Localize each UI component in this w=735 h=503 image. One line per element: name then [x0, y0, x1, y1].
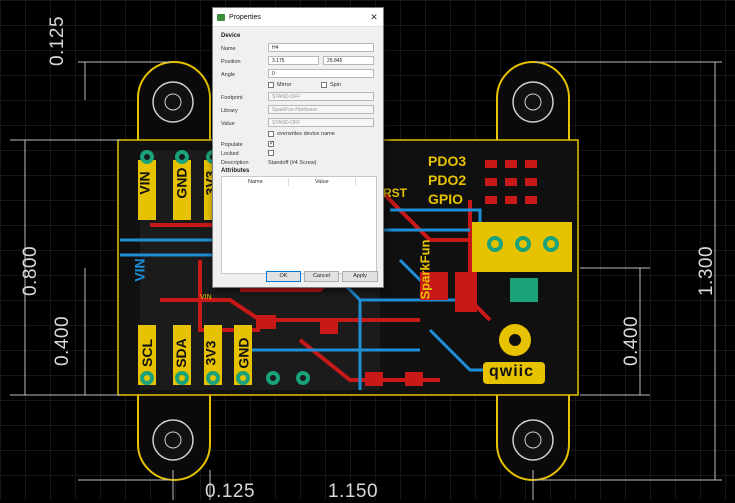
angle-field[interactable]: 0	[268, 69, 374, 78]
locked-checkbox[interactable]	[268, 150, 274, 156]
silk-sda: SDA	[172, 338, 189, 368]
dim-top-left: 0.125	[47, 15, 69, 67]
sparkfun-gear-logo	[499, 324, 531, 356]
properties-dialog[interactable]: Properties ✕ Device Name H4 Position 3.1…	[212, 7, 384, 288]
silk-3v3-bottom: 3V3	[202, 340, 219, 366]
locked-label: Locked	[221, 151, 239, 157]
device-section-heading: Device	[221, 33, 241, 39]
silk-pdo3: PDO3	[428, 153, 467, 169]
attributes-section-heading: Attributes	[221, 168, 250, 174]
spin-label: Spin	[330, 82, 342, 88]
populate-checkbox[interactable]: ✓	[268, 141, 274, 147]
position-x-field[interactable]: 3.175	[268, 56, 319, 65]
description-value: Standoff (#4 Screw)	[268, 160, 317, 166]
silk-vin-top: VIN	[136, 171, 153, 195]
close-icon[interactable]: ✕	[365, 12, 383, 23]
attributes-table[interactable]: Name Value	[221, 176, 377, 274]
name-field[interactable]: H4	[268, 43, 374, 52]
name-label: Name	[221, 46, 236, 52]
footprint-label: Footprint	[221, 95, 243, 101]
attr-col-value[interactable]: Value	[315, 179, 329, 185]
silk-vin-small: VIN	[200, 294, 212, 301]
dim-right-inner: 0.400	[621, 315, 643, 367]
dim-left-outer: 0.800	[20, 245, 42, 297]
library-label: Library	[221, 108, 238, 114]
column-divider	[288, 178, 289, 186]
overwrite-label: overwrites device name	[277, 131, 335, 137]
value-label: Value	[221, 121, 235, 127]
position-label: Position	[221, 59, 241, 65]
silk-pdo2: PDO2	[428, 172, 467, 188]
silk-brand: SparkFun	[417, 239, 433, 300]
silk-scl: SCL	[139, 339, 155, 367]
position-y-field[interactable]: 29.845	[323, 56, 374, 65]
silk-gnd-bottom: GND	[235, 337, 252, 369]
dialog-title: Properties	[229, 13, 261, 21]
angle-label: Angle	[221, 72, 236, 78]
overwrite-checkbox[interactable]	[268, 131, 274, 137]
mirror-label: Mirror	[277, 82, 292, 88]
value-field[interactable]: STAND-OFF	[268, 118, 374, 127]
ok-button[interactable]: OK	[266, 271, 301, 282]
column-divider	[355, 178, 356, 186]
dim-left-inner: 0.400	[52, 315, 74, 367]
mirror-checkbox[interactable]	[268, 82, 274, 88]
silk-reset: RST	[383, 186, 407, 200]
attr-col-name[interactable]: Name	[248, 179, 263, 185]
cancel-button[interactable]: Cancel	[304, 271, 339, 282]
populate-label: Populate	[221, 142, 243, 148]
silk-gpio: GPIO	[428, 191, 464, 207]
apply-button[interactable]: Apply	[342, 271, 378, 282]
footprint-field: STAND-OFF	[268, 92, 374, 101]
dialog-titlebar[interactable]: Properties ✕	[213, 8, 383, 27]
silk-vin-vertical: VIN	[131, 258, 148, 282]
silk-qwiic: qwiic	[489, 363, 535, 380]
dim-right-outer: 1.300	[696, 245, 718, 297]
silk-gnd-top: GND	[173, 167, 190, 199]
description-label: Description	[221, 160, 249, 166]
connector-pad	[510, 278, 538, 302]
spin-checkbox[interactable]	[321, 82, 327, 88]
properties-app-icon	[217, 13, 225, 21]
library-field: SparkFun-Hardware	[268, 105, 374, 114]
